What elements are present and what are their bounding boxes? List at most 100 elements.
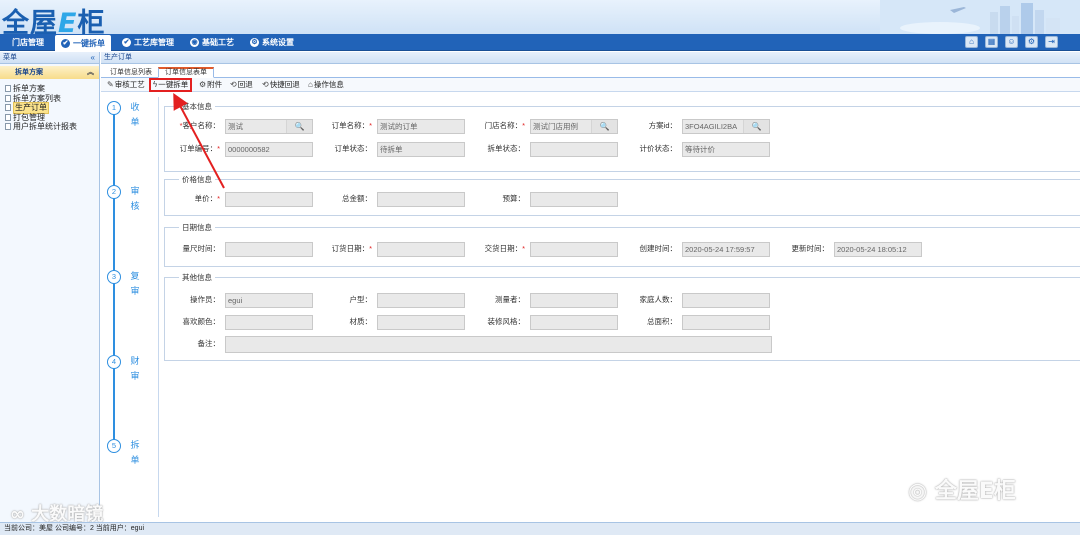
unit-price-label: 单价：*: [194, 194, 220, 203]
sidebar-item-packing[interactable]: 打包管理: [5, 113, 99, 123]
customer-name-label: *客户名称：: [179, 121, 220, 130]
chevron-up-icon[interactable]: ︽: [87, 66, 94, 79]
quick-rollback-button[interactable]: ⟲ 快捷回退: [262, 79, 300, 91]
house-type-label: 户型：: [349, 295, 373, 304]
material-field[interactable]: [377, 315, 465, 330]
main-panel: 生产订单 订单信息列表 订单信息表单 ✎ 审核工艺 ϟ 一键拆单 ⚙ 附件 ⟲ 回退 ⟲…: [101, 52, 1080, 522]
section-legend: 价格信息: [179, 174, 215, 185]
tab-bar: 订单信息列表 订单信息表单: [101, 64, 1080, 78]
updated-time-field[interactable]: 2020-05-24 18:05:12: [834, 242, 922, 257]
header-tools: ⌂ ▦ ☺ ⚙ ⇥: [965, 36, 1058, 48]
one-click-split-button[interactable]: ϟ 一键拆单: [149, 78, 193, 92]
user-icon[interactable]: ☺: [1005, 36, 1018, 48]
operator-field[interactable]: egui: [225, 293, 313, 308]
price-status-field[interactable]: 等待计价: [682, 142, 770, 157]
breadcrumb: 生产订单: [101, 52, 1080, 64]
plan-id-field[interactable]: 3FO4AGILI2BA 🔍: [682, 119, 770, 134]
pencil-icon: ✎: [107, 80, 114, 89]
gear-icon: ⚙: [199, 80, 207, 89]
nav-store-management[interactable]: 门店管理: [6, 34, 50, 51]
order-status-field[interactable]: 待拆单: [377, 142, 465, 157]
operation-info-button[interactable]: ⌂ 操作信息: [308, 79, 344, 91]
watermark-right: ◎ 全屋E柜: [908, 479, 1016, 504]
nav-system-settings[interactable]: ⚙ 系统设置: [244, 34, 300, 51]
document-icon: [5, 123, 11, 131]
main-nav: 门店管理 ✔ 一键拆单 ✔ 工艺库管理 ◉ 基础工艺 ⚙ 系统设置: [0, 34, 1080, 51]
created-time-field[interactable]: 2020-05-24 17:59:57: [682, 242, 770, 257]
delivery-date-field[interactable]: [530, 242, 618, 257]
process-icon: ◉: [190, 38, 199, 47]
search-icon[interactable]: 🔍: [591, 120, 617, 133]
sidebar-item-split-plan[interactable]: 拆单方案: [5, 84, 99, 94]
surveyor-field[interactable]: [530, 293, 618, 308]
gear-icon[interactable]: ⚙: [1025, 36, 1038, 48]
sidebar-group-split-plan[interactable]: 拆单方案 ︽: [0, 66, 99, 79]
check-icon: ✔: [61, 38, 70, 48]
split-status-field[interactable]: [530, 142, 618, 157]
collapse-icon[interactable]: «: [91, 52, 95, 64]
step-label: 拆单: [130, 440, 140, 465]
store-name-field[interactable]: 测试门店用例 🔍: [530, 119, 618, 134]
undo-icon: ⟲: [262, 80, 269, 89]
search-icon[interactable]: 🔍: [743, 120, 769, 133]
remark-textarea[interactable]: [225, 336, 772, 353]
rollback-button[interactable]: ⟲ 回退: [230, 79, 253, 91]
order-name-label: 订单名称：*: [331, 121, 372, 130]
step-label: 审核: [130, 186, 140, 211]
skyline-illustration: [880, 0, 1080, 34]
family-size-field[interactable]: [682, 293, 770, 308]
date-info-section: 日期信息 量尺时间： 订货日期：* 交货日期：* 创建时间： 2020-05-2…: [164, 222, 1080, 267]
sidebar-item-production-order[interactable]: 生产订单: [5, 102, 99, 114]
material-label: 材质：: [349, 317, 373, 326]
home-icon[interactable]: ⌂: [965, 36, 978, 48]
house-type-field[interactable]: [377, 293, 465, 308]
order-date-label: 订货日期：*: [331, 244, 372, 253]
section-legend: 其他信息: [179, 272, 215, 283]
nav-one-click-split[interactable]: ✔ 一键拆单: [55, 35, 111, 51]
order-no-field[interactable]: 0000000582: [225, 142, 313, 157]
step-number: 3: [107, 270, 121, 284]
step-number: 5: [107, 439, 121, 453]
decor-style-field[interactable]: [530, 315, 618, 330]
step-label: 复审: [130, 271, 140, 296]
tab-order-form[interactable]: 订单信息表单: [158, 67, 214, 78]
family-size-label: 家庭人数：: [639, 295, 678, 304]
step-number: 2: [107, 185, 121, 199]
price-status-label: 计价状态：: [639, 144, 678, 153]
customer-name-field[interactable]: 测试 🔍: [225, 119, 313, 134]
sidebar: 菜单 « 拆单方案 ︽ 拆单方案 拆单方案列表 生产订单 打包管理 用户拆单统计…: [0, 52, 100, 522]
check-icon: ✔: [122, 38, 131, 47]
budget-field[interactable]: [530, 192, 618, 207]
sidebar-item-user-report[interactable]: 用户拆单统计报表: [5, 122, 99, 132]
decor-style-label: 装修风格：: [487, 317, 526, 326]
order-date-field[interactable]: [377, 242, 465, 257]
store-name-label: 门店名称：*: [484, 121, 525, 130]
step-number: 4: [107, 355, 121, 369]
created-time-label: 创建时间：: [639, 244, 678, 253]
nav-process-library[interactable]: ✔ 工艺库管理: [116, 34, 180, 51]
form-toolbar: ✎ 审核工艺 ϟ 一键拆单 ⚙ 附件 ⟲ 回退 ⟲ 快捷回退 ⌂ 操作信息: [101, 78, 1080, 92]
unit-price-field[interactable]: [225, 192, 313, 207]
status-bar: 当前公司：美屋 公司编号：2 当前用户：egui: [0, 522, 1080, 535]
step-label: 财审: [130, 356, 140, 381]
total-area-field[interactable]: [682, 315, 770, 330]
review-process-button[interactable]: ✎ 审核工艺: [107, 79, 145, 91]
measure-time-field[interactable]: [225, 242, 313, 257]
search-icon[interactable]: 🔍: [286, 120, 312, 133]
tab-order-list[interactable]: 订单信息列表: [103, 67, 159, 78]
total-area-label: 总面积：: [647, 317, 677, 326]
total-amount-field[interactable]: [377, 192, 465, 207]
order-name-field[interactable]: 测试的订单: [377, 119, 465, 134]
logout-icon[interactable]: ⇥: [1045, 36, 1058, 48]
order-status-label: 订单状态：: [334, 144, 373, 153]
attachment-button[interactable]: ⚙ 附件: [199, 79, 222, 91]
split-status-label: 拆单状态：: [487, 144, 526, 153]
calendar-icon[interactable]: ▦: [985, 36, 998, 48]
undo-icon: ⟲: [230, 80, 237, 89]
nav-basic-process[interactable]: ◉ 基础工艺: [184, 34, 240, 51]
budget-label: 预算：: [502, 194, 526, 203]
sidebar-title: 菜单 «: [0, 52, 99, 64]
price-info-section: 价格信息 单价：* 总金额： 预算：: [164, 174, 1080, 216]
updated-time-label: 更新时间：: [791, 244, 830, 253]
favorite-color-field[interactable]: [225, 315, 313, 330]
